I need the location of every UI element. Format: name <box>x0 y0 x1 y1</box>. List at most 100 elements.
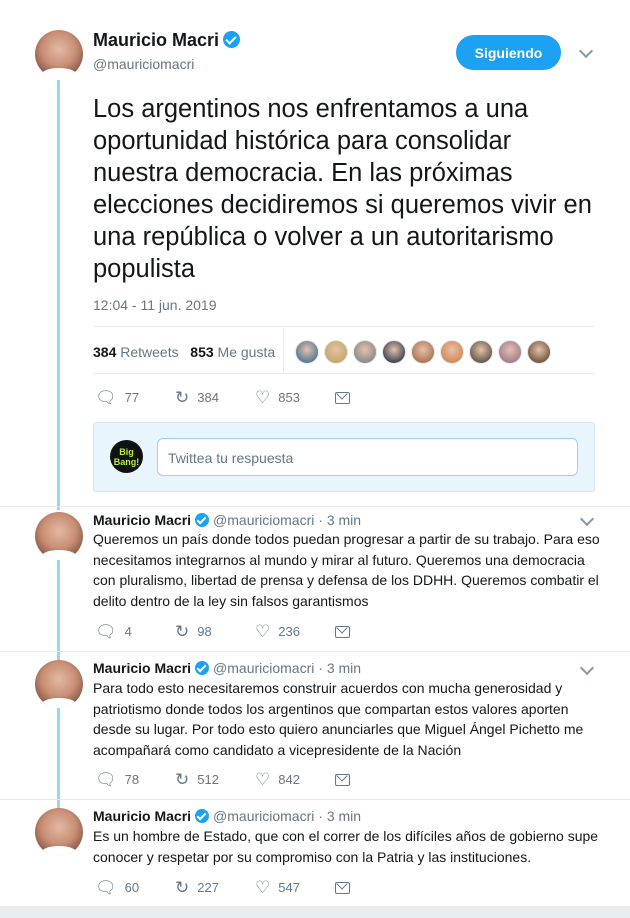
reply-time[interactable]: · 3 min <box>318 808 361 824</box>
liker-avatar[interactable] <box>295 340 319 364</box>
direct-message-button[interactable] <box>335 625 415 638</box>
verified-badge-icon <box>195 661 210 675</box>
liker-avatar[interactable] <box>527 340 551 364</box>
reply-input[interactable]: Twittea tu respuesta <box>157 438 578 476</box>
envelope-icon <box>335 881 350 894</box>
retweet-icon: ↻ <box>175 622 190 641</box>
reply-author-avatar[interactable] <box>35 660 83 708</box>
following-button[interactable]: Siguiendo <box>456 35 561 70</box>
reply-header: Mauricio Macri @mauriciomacri · 3 min <box>93 660 361 676</box>
reply-icon: 🗨︎ <box>95 622 117 641</box>
thread-line <box>57 708 60 812</box>
thread-line <box>57 560 60 660</box>
direct-message-button[interactable] <box>335 773 415 786</box>
author-handle[interactable]: @mauriciomacri <box>93 56 240 72</box>
envelope-icon <box>335 391 350 404</box>
verified-badge-icon <box>195 513 210 527</box>
liker-avatar[interactable] <box>382 340 406 364</box>
reply-actions: 🗨︎ 4 ↻ 98 ♡ 236 <box>95 623 415 640</box>
retweet-count: 98 <box>197 624 212 639</box>
tweet-timestamp[interactable]: 12:04 - 11 jun. 2019 <box>93 297 217 313</box>
reply-actions: 🗨︎ 78 ↻ 512 ♡ 842 <box>95 771 415 788</box>
tweet-text: Los argentinos nos enfrentamos a una opo… <box>93 95 592 283</box>
direct-message-button[interactable] <box>335 391 415 404</box>
liker-avatar[interactable] <box>440 340 464 364</box>
reply-count: 60 <box>124 880 140 895</box>
reply-author-name[interactable]: Mauricio Macri <box>93 660 191 676</box>
stats-divider <box>283 327 284 374</box>
like-count: 547 <box>278 880 300 895</box>
tweet-header: Mauricio Macri @mauriciomacri <box>93 30 241 72</box>
divider <box>0 651 630 652</box>
retweet-icon: ↻ <box>175 770 190 789</box>
liker-avatar[interactable] <box>411 340 435 364</box>
retweet-button[interactable]: ↻ 98 <box>175 623 255 640</box>
like-button[interactable]: ♡ 236 <box>255 623 335 640</box>
heart-icon: ♡ <box>255 388 271 407</box>
liker-avatar[interactable] <box>353 340 377 364</box>
retweets-label[interactable]: Retweets <box>120 344 178 360</box>
reply-text: Es un hombre de Estado, que con el corre… <box>93 828 599 865</box>
retweet-count: 384 <box>197 390 219 405</box>
reply-header: Mauricio Macri @mauriciomacri · 3 min <box>93 512 361 528</box>
reply-button[interactable]: 🗨︎ 78 <box>95 771 175 788</box>
reply-author-handle[interactable]: @mauriciomacri <box>213 808 314 824</box>
reply-time[interactable]: · 3 min <box>318 660 361 676</box>
divider <box>0 799 630 800</box>
like-count: 853 <box>278 390 300 405</box>
tweet-actions: 🗨︎ 77 ↻ 384 ♡ 853 <box>95 389 415 406</box>
like-button[interactable]: ♡ 547 <box>255 879 335 896</box>
liker-avatar[interactable] <box>469 340 493 364</box>
retweet-count: 227 <box>197 880 219 895</box>
reply-author-avatar[interactable] <box>35 512 83 560</box>
reply-button[interactable]: 🗨︎ 77 <box>95 389 175 406</box>
reply-time[interactable]: · 3 min <box>318 512 361 528</box>
chevron-down-icon[interactable] <box>578 43 594 59</box>
reply-icon: 🗨︎ <box>95 388 117 407</box>
author-avatar[interactable] <box>35 30 83 78</box>
thread-line <box>57 80 60 510</box>
divider <box>0 506 630 507</box>
reply-author-handle[interactable]: @mauriciomacri <box>213 660 314 676</box>
retweet-button[interactable]: ↻ 227 <box>175 879 255 896</box>
chevron-down-icon[interactable] <box>579 511 595 527</box>
user-avatar-logo: Big Bang! <box>110 440 143 473</box>
reply-count: 4 <box>124 624 132 639</box>
envelope-icon <box>335 773 350 786</box>
liker-avatars <box>295 340 556 364</box>
reply-button[interactable]: 🗨︎ 60 <box>95 879 175 896</box>
author-name[interactable]: Mauricio Macri <box>93 30 219 50</box>
reply-count: 78 <box>124 772 140 787</box>
chevron-down-icon[interactable] <box>579 660 595 676</box>
envelope-icon <box>335 625 350 638</box>
retweet-icon: ↻ <box>175 388 190 407</box>
reply-button[interactable]: 🗨︎ 4 <box>95 623 175 640</box>
liker-avatar[interactable] <box>498 340 522 364</box>
reply-composer: Big Bang! Twittea tu respuesta <box>93 422 595 492</box>
like-count: 236 <box>278 624 300 639</box>
tweet-stats: 384 Retweets 853 Me gusta <box>93 326 595 374</box>
reply-author-handle[interactable]: @mauriciomacri <box>213 512 314 528</box>
liker-avatar[interactable] <box>324 340 348 364</box>
like-button[interactable]: ♡ 853 <box>255 389 335 406</box>
heart-icon: ♡ <box>255 878 271 897</box>
reply-author-name[interactable]: Mauricio Macri <box>93 512 191 528</box>
like-button[interactable]: ♡ 842 <box>255 771 335 788</box>
likes-label[interactable]: Me gusta <box>218 344 276 360</box>
like-count: 842 <box>278 772 300 787</box>
retweets-count[interactable]: 384 <box>93 344 116 360</box>
direct-message-button[interactable] <box>335 881 415 894</box>
verified-badge-icon <box>195 809 210 823</box>
retweet-count: 512 <box>197 772 219 787</box>
verified-badge-icon <box>223 31 241 48</box>
reply-text: Para todo esto necesitaremos construir a… <box>93 680 584 758</box>
reply-count: 77 <box>124 390 140 405</box>
retweet-icon: ↻ <box>175 878 190 897</box>
reply-actions: 🗨︎ 60 ↻ 227 ♡ 547 <box>95 879 415 896</box>
retweet-button[interactable]: ↻ 384 <box>175 389 255 406</box>
reply-author-name[interactable]: Mauricio Macri <box>93 808 191 824</box>
retweet-button[interactable]: ↻ 512 <box>175 771 255 788</box>
likes-count[interactable]: 853 <box>190 344 213 360</box>
reply-icon: 🗨︎ <box>95 878 117 897</box>
reply-author-avatar[interactable] <box>35 808 83 856</box>
